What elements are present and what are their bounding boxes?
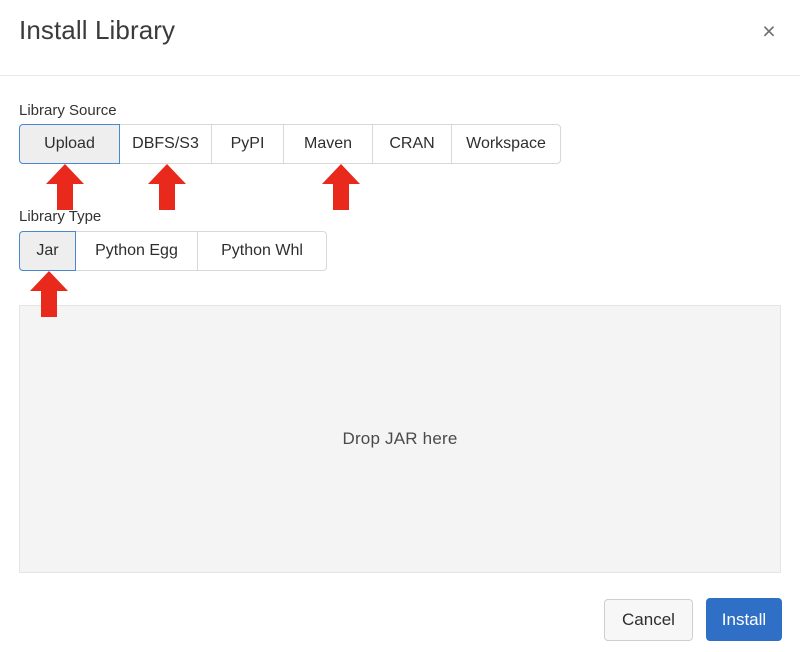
page-title: Install Library: [19, 15, 175, 46]
dialog-footer: Cancel Install: [0, 576, 800, 652]
library-source-option-dbfs-s3[interactable]: DBFS/S3: [120, 124, 211, 164]
library-source-option-pypi[interactable]: PyPI: [211, 124, 283, 164]
file-drop-zone-label: Drop JAR here: [342, 429, 457, 449]
dialog-body: Library Source Upload DBFS/S3 PyPI Maven…: [0, 76, 800, 576]
library-type-label: Library Type: [19, 208, 101, 225]
library-source-option-cran[interactable]: CRAN: [372, 124, 451, 164]
cancel-button[interactable]: Cancel: [604, 599, 693, 641]
library-type-option-python-whl[interactable]: Python Whl: [197, 231, 327, 271]
install-library-dialog: Install Library × Library Source Upload …: [0, 0, 800, 652]
library-source-option-upload[interactable]: Upload: [19, 124, 120, 164]
file-drop-zone[interactable]: Drop JAR here: [19, 305, 781, 573]
library-type-option-python-egg[interactable]: Python Egg: [76, 231, 197, 271]
library-type-button-group: Jar Python Egg Python Whl: [19, 231, 327, 271]
library-source-option-maven[interactable]: Maven: [283, 124, 372, 164]
library-source-option-workspace[interactable]: Workspace: [451, 124, 561, 164]
library-type-option-jar[interactable]: Jar: [19, 231, 76, 271]
library-source-label: Library Source: [19, 102, 117, 119]
install-button[interactable]: Install: [706, 598, 782, 641]
dialog-header: Install Library ×: [0, 0, 800, 76]
close-icon[interactable]: ×: [752, 14, 786, 48]
library-source-button-group: Upload DBFS/S3 PyPI Maven CRAN Workspace: [19, 124, 561, 164]
